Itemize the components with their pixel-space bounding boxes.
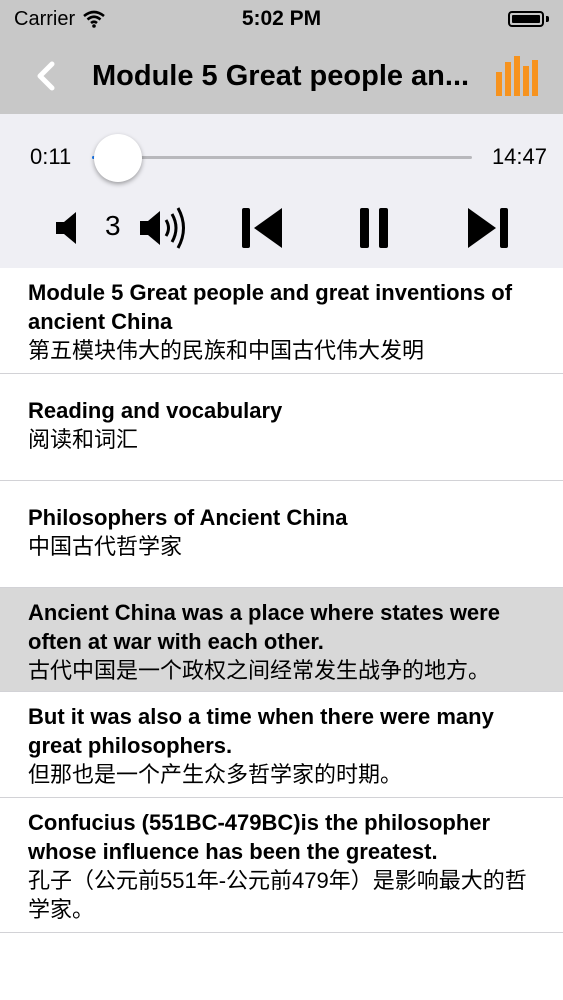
audio-player: 0:11 14:47 3 (0, 114, 563, 268)
sentence-english: Confucius (551BC-479BC)is the philosophe… (28, 810, 491, 864)
battery-icon (508, 11, 549, 27)
sentence-english: Philosophers of Ancient China (28, 505, 348, 530)
page-title: Module 5 Great people an... (92, 60, 470, 92)
total-time: 14:47 (491, 144, 547, 169)
wifi-icon (83, 10, 105, 28)
progress-thumb[interactable] (94, 134, 142, 182)
list-item[interactable]: Philosophers of Ancient China 中国古代哲学家 (0, 481, 563, 588)
list-item[interactable]: Confucius (551BC-479BC)is the philosophe… (0, 798, 563, 933)
sentence-chinese: 阅读和词汇 (28, 427, 139, 452)
sentence-chinese: 但那也是一个产生众多哲学家的时期。 (28, 762, 403, 787)
volume-level: 3 (105, 210, 121, 241)
playlist-bars-icon[interactable] (494, 54, 538, 98)
navigation-bar: Module 5 Great people an... (0, 38, 563, 114)
next-track-icon[interactable] (462, 204, 512, 252)
list-item[interactable]: Reading and vocabulary 阅读和词汇 (0, 374, 563, 481)
sentence-chinese: 第五模块伟大的民族和中国古代伟大发明 (28, 338, 425, 363)
status-left: Carrier (14, 8, 105, 31)
sentence-chinese: 孔子（公元前551年-公元前479年）是影响最大的哲学家。 (28, 868, 527, 922)
sentence-chinese: 中国古代哲学家 (28, 534, 183, 559)
list-item[interactable]: Module 5 Great people and great inventio… (0, 268, 563, 374)
elapsed-time: 0:11 (30, 144, 72, 169)
previous-track-icon[interactable] (238, 204, 288, 252)
sentence-english: Module 5 Great people and great inventio… (28, 280, 513, 334)
sentence-list: Module 5 Great people and great inventio… (0, 268, 563, 933)
volume-down-icon[interactable] (54, 208, 82, 248)
carrier-label: Carrier (14, 7, 76, 30)
sentence-english: Reading and vocabulary (28, 398, 283, 423)
sentence-english: But it was also a time when there were m… (28, 704, 494, 758)
progress-track[interactable] (92, 156, 472, 159)
back-icon[interactable] (30, 56, 66, 96)
sentence-english: Ancient China was a place where states w… (28, 600, 500, 654)
pause-icon[interactable] (356, 204, 392, 252)
list-item-active[interactable]: Ancient China was a place where states w… (0, 588, 563, 692)
status-bar: Carrier 5:02 PM (0, 0, 563, 38)
sentence-chinese: 古代中国是一个政权之间经常发生战争的地方。 (28, 658, 491, 683)
list-item[interactable]: But it was also a time when there were m… (0, 692, 563, 798)
volume-up-icon[interactable] (138, 204, 192, 252)
